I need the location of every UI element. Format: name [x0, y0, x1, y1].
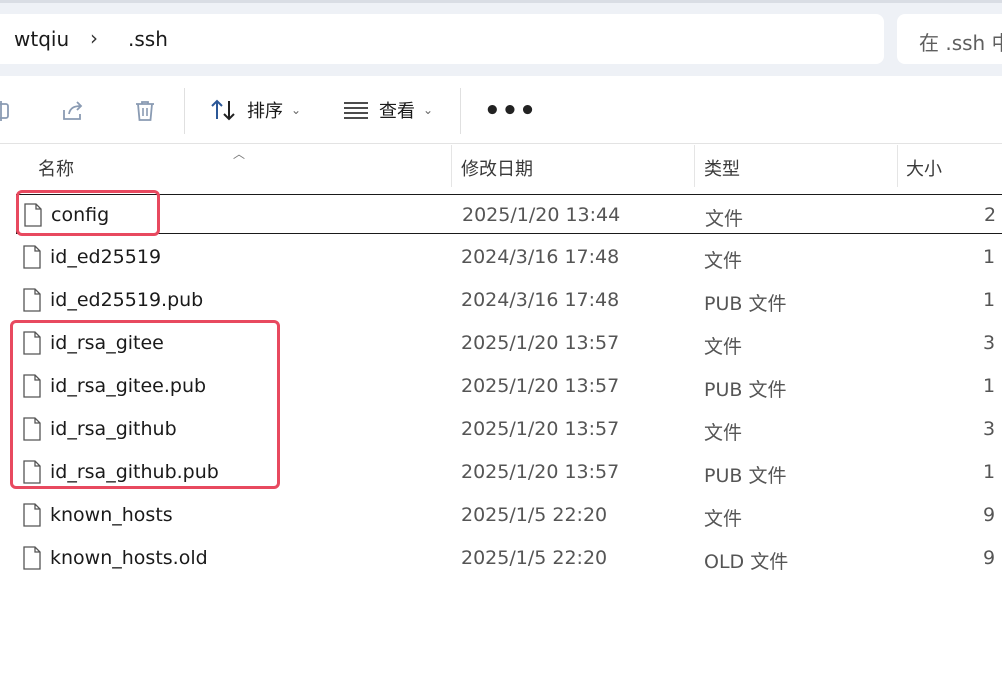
column-header: ︿ 名称 修改日期 类型 大小 [0, 145, 1002, 187]
file-name: known_hosts.old [50, 547, 208, 569]
view-label: 查看 [379, 101, 415, 122]
file-name: id_ed25519.pub [50, 289, 204, 311]
breadcrumb-ssh[interactable]: .ssh [128, 27, 168, 51]
file-size: 1 K [983, 461, 1002, 483]
column-date[interactable]: 修改日期 [461, 155, 533, 181]
sort-icon [211, 99, 235, 121]
column-divider[interactable] [897, 145, 898, 187]
file-row-config[interactable]: config 2025/1/20 13:44 文件 2 K [16, 194, 1002, 234]
search-placeholder: 在 .ssh 中 [919, 31, 1002, 55]
file-size: 9 K [983, 504, 1002, 526]
window-top-border [0, 0, 1002, 3]
column-size[interactable]: 大小 [906, 155, 942, 181]
sort-button[interactable]: 排序 ⌄ [209, 90, 301, 130]
file-icon [23, 546, 41, 570]
file-row-id-ed25519-pub[interactable]: id_ed25519.pub 2024/3/16 17:48 PUB 文件 1 … [16, 280, 1002, 320]
delete-icon[interactable] [132, 98, 158, 124]
file-size: 1 K [983, 246, 1002, 268]
column-divider[interactable] [451, 145, 452, 187]
breadcrumb-separator[interactable]: › [90, 26, 98, 50]
file-date: 2024/3/16 17:48 [461, 246, 620, 268]
column-type[interactable]: 类型 [704, 155, 740, 181]
file-size: 3 K [983, 418, 1002, 440]
search-box[interactable]: 在 .ssh 中 [897, 14, 1002, 64]
file-size: 2 K [984, 204, 1002, 226]
file-date: 2025/1/20 13:57 [461, 375, 620, 397]
more-icon[interactable]: ••• [484, 96, 537, 126]
highlight-box-config [16, 190, 160, 236]
file-type: 文件 [705, 208, 744, 230]
file-type: 文件 [704, 250, 743, 272]
file-date: 2025/1/20 13:57 [461, 461, 620, 483]
breadcrumb-wtqiu[interactable]: wtqiu [14, 27, 69, 51]
file-row-id-ed25519[interactable]: id_ed25519 2024/3/16 17:48 文件 1 K [16, 237, 1002, 277]
file-date: 2025/1/20 13:57 [461, 332, 620, 354]
file-icon [23, 245, 41, 269]
toolbar-divider [460, 88, 461, 134]
file-icon [23, 503, 41, 527]
file-name: known_hosts [50, 504, 173, 526]
share-icon[interactable] [60, 98, 86, 124]
view-button[interactable]: 查看 ⌄ [343, 90, 433, 130]
sort-label: 排序 [247, 101, 283, 122]
file-name: id_ed25519 [50, 246, 162, 268]
file-date: 2025/1/20 13:57 [461, 418, 620, 440]
file-size: 1 K [983, 375, 1002, 397]
file-size: 9 K [983, 547, 1002, 569]
sort-ascending-icon: ︿ [233, 147, 246, 161]
command-toolbar: 排序 ⌄ 查看 ⌄ ••• [0, 76, 1002, 144]
file-date: 2025/1/5 22:20 [461, 504, 608, 526]
highlight-box-rsa-keys [10, 320, 280, 489]
file-type: OLD 文件 [704, 551, 789, 573]
file-type: 文件 [704, 508, 743, 530]
file-type: 文件 [704, 336, 743, 358]
column-divider[interactable] [694, 145, 695, 187]
file-date: 2025/1/20 13:44 [462, 204, 621, 226]
file-type: PUB 文件 [704, 293, 787, 315]
file-row-known-hosts-old[interactable]: known_hosts.old 2025/1/5 22:20 OLD 文件 9 … [16, 538, 1002, 578]
rename-icon[interactable] [0, 98, 16, 124]
chevron-down-icon: ⌄ [423, 103, 434, 117]
file-type: PUB 文件 [704, 465, 787, 487]
file-row-known-hosts[interactable]: known_hosts 2025/1/5 22:20 文件 9 K [16, 495, 1002, 535]
address-area: wtqiu › .ssh 在 .ssh 中 [0, 0, 1002, 76]
file-date: 2024/3/16 17:48 [461, 289, 620, 311]
file-size: 3 K [983, 332, 1002, 354]
file-type: 文件 [704, 422, 743, 444]
file-type: PUB 文件 [704, 379, 787, 401]
file-date: 2025/1/5 22:20 [461, 547, 608, 569]
address-bar[interactable]: wtqiu › .ssh [0, 14, 884, 64]
file-icon [23, 288, 41, 312]
chevron-down-icon: ⌄ [291, 103, 302, 117]
view-icon [344, 102, 368, 119]
toolbar-divider [184, 88, 185, 134]
column-name[interactable]: 名称 [38, 155, 74, 181]
file-size: 1 K [983, 289, 1002, 311]
